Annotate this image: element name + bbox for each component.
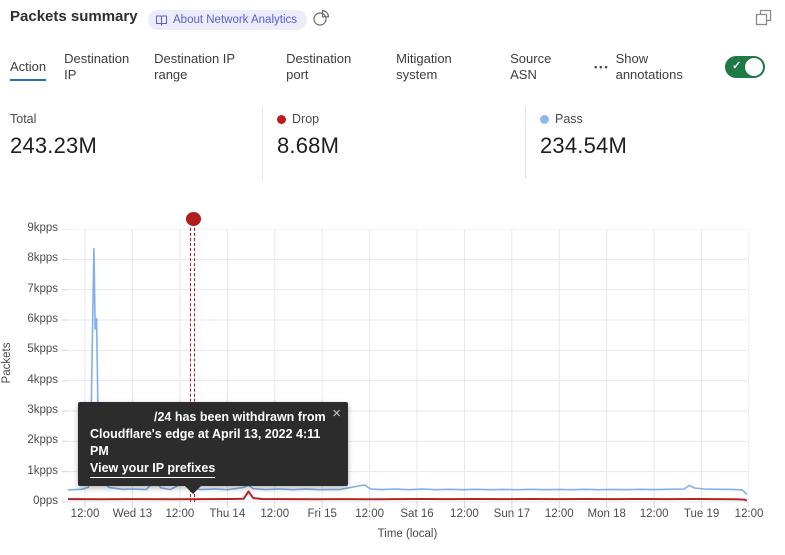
show-annotations-label[interactable]: Show annotations	[616, 51, 704, 83]
more-tabs-button[interactable]: •••	[594, 62, 609, 72]
tooltip-line1: /24 has been withdrawn from	[90, 409, 336, 426]
stats-divider	[525, 107, 526, 179]
stat-drop: Drop 8.68M	[277, 112, 339, 159]
stats-divider	[262, 107, 263, 179]
x-tick-label: 12:00	[545, 508, 574, 520]
dimension-tabs: Action Destination IP Destination IP ran…	[10, 45, 775, 89]
tab-destination-ip-range[interactable]: Destination IP range	[154, 51, 250, 83]
tab-action[interactable]: Action	[10, 59, 46, 81]
open-window-icon[interactable]	[755, 9, 772, 26]
tooltip-close-icon[interactable]: ×	[332, 405, 341, 422]
tooltip-line2: Cloudflare's edge at April 13, 2022 4:11…	[90, 426, 336, 460]
y-tick-label: 0pps	[0, 495, 58, 507]
tab-mitigation-system[interactable]: Mitigation system	[396, 51, 474, 83]
tab-destination-port[interactable]: Destination port	[286, 51, 362, 83]
x-tick-label: 12:00	[450, 508, 479, 520]
x-tick-label: 12:00	[166, 508, 195, 520]
stat-drop-value: 8.68M	[277, 133, 339, 159]
x-tick-label: Sat 16	[400, 508, 433, 520]
x-axis-title: Time (local)	[290, 528, 525, 540]
x-tick-label: 12:00	[355, 508, 384, 520]
y-tick-label: 8kpps	[0, 252, 58, 264]
x-tick-label: Wed 13	[113, 508, 152, 520]
packets-summary-panel: Packets summary About Network Analytics …	[0, 0, 785, 555]
pass-legend-dot	[540, 115, 549, 124]
y-tick-label: 5kpps	[0, 343, 58, 355]
x-tick-label: 12:00	[260, 508, 289, 520]
tab-destination-ip[interactable]: Destination IP	[64, 51, 136, 83]
tab-source-asn[interactable]: Source ASN	[510, 51, 562, 83]
x-tick-label: 12:00	[71, 508, 100, 520]
y-axis-tick-labels: 0pps1kpps2kpps3kpps4kpps5kpps6kpps7kpps8…	[0, 229, 58, 502]
y-tick-label: 1kpps	[0, 465, 58, 477]
stat-drop-label: Drop	[292, 112, 319, 126]
view-ip-prefixes-link[interactable]: View your IP prefixes	[90, 460, 215, 478]
stat-total-value: 243.23M	[10, 133, 97, 159]
tooltip-arrow	[185, 486, 201, 494]
show-annotations-toggle[interactable]: ✓	[725, 56, 765, 78]
stat-pass-label: Pass	[555, 112, 583, 126]
x-tick-label: 12:00	[735, 508, 764, 520]
badge-label: About Network Analytics	[173, 14, 297, 26]
y-tick-label: 4kpps	[0, 374, 58, 386]
toggle-knob	[745, 58, 763, 76]
x-tick-label: Thu 14	[209, 508, 245, 520]
about-network-analytics-badge[interactable]: About Network Analytics	[148, 10, 307, 30]
page-title: Packets summary	[10, 8, 138, 25]
x-tick-label: Mon 18	[588, 508, 626, 520]
stat-pass-value: 234.54M	[540, 133, 627, 159]
annotation-tooltip: × /24 has been withdrawn from Cloudflare…	[78, 402, 348, 486]
book-icon	[155, 14, 168, 26]
stat-total-label: Total	[10, 112, 36, 126]
x-tick-label: Sun 17	[494, 508, 530, 520]
pie-time-icon[interactable]	[312, 9, 330, 27]
y-tick-label: 7kpps	[0, 283, 58, 295]
stat-total: Total 243.23M	[10, 112, 97, 159]
y-tick-label: 2kpps	[0, 434, 58, 446]
x-tick-label: Tue 19	[684, 508, 719, 520]
drop-legend-dot	[277, 115, 286, 124]
y-tick-label: 3kpps	[0, 404, 58, 416]
annotation-marker-dot[interactable]	[186, 212, 201, 226]
y-tick-label: 9kpps	[0, 222, 58, 234]
x-axis-tick-labels: 12:00 Wed 13 12:00 Thu 14 12:00 Fri 15 12:00 Sa…	[62, 508, 762, 524]
toggle-check-icon: ✓	[732, 59, 741, 72]
stat-pass: Pass 234.54M	[540, 112, 627, 159]
x-tick-label: Fri 15	[307, 508, 336, 520]
drop-series-line	[68, 491, 747, 500]
y-tick-label: 6kpps	[0, 313, 58, 325]
x-tick-label: 12:00	[640, 508, 669, 520]
